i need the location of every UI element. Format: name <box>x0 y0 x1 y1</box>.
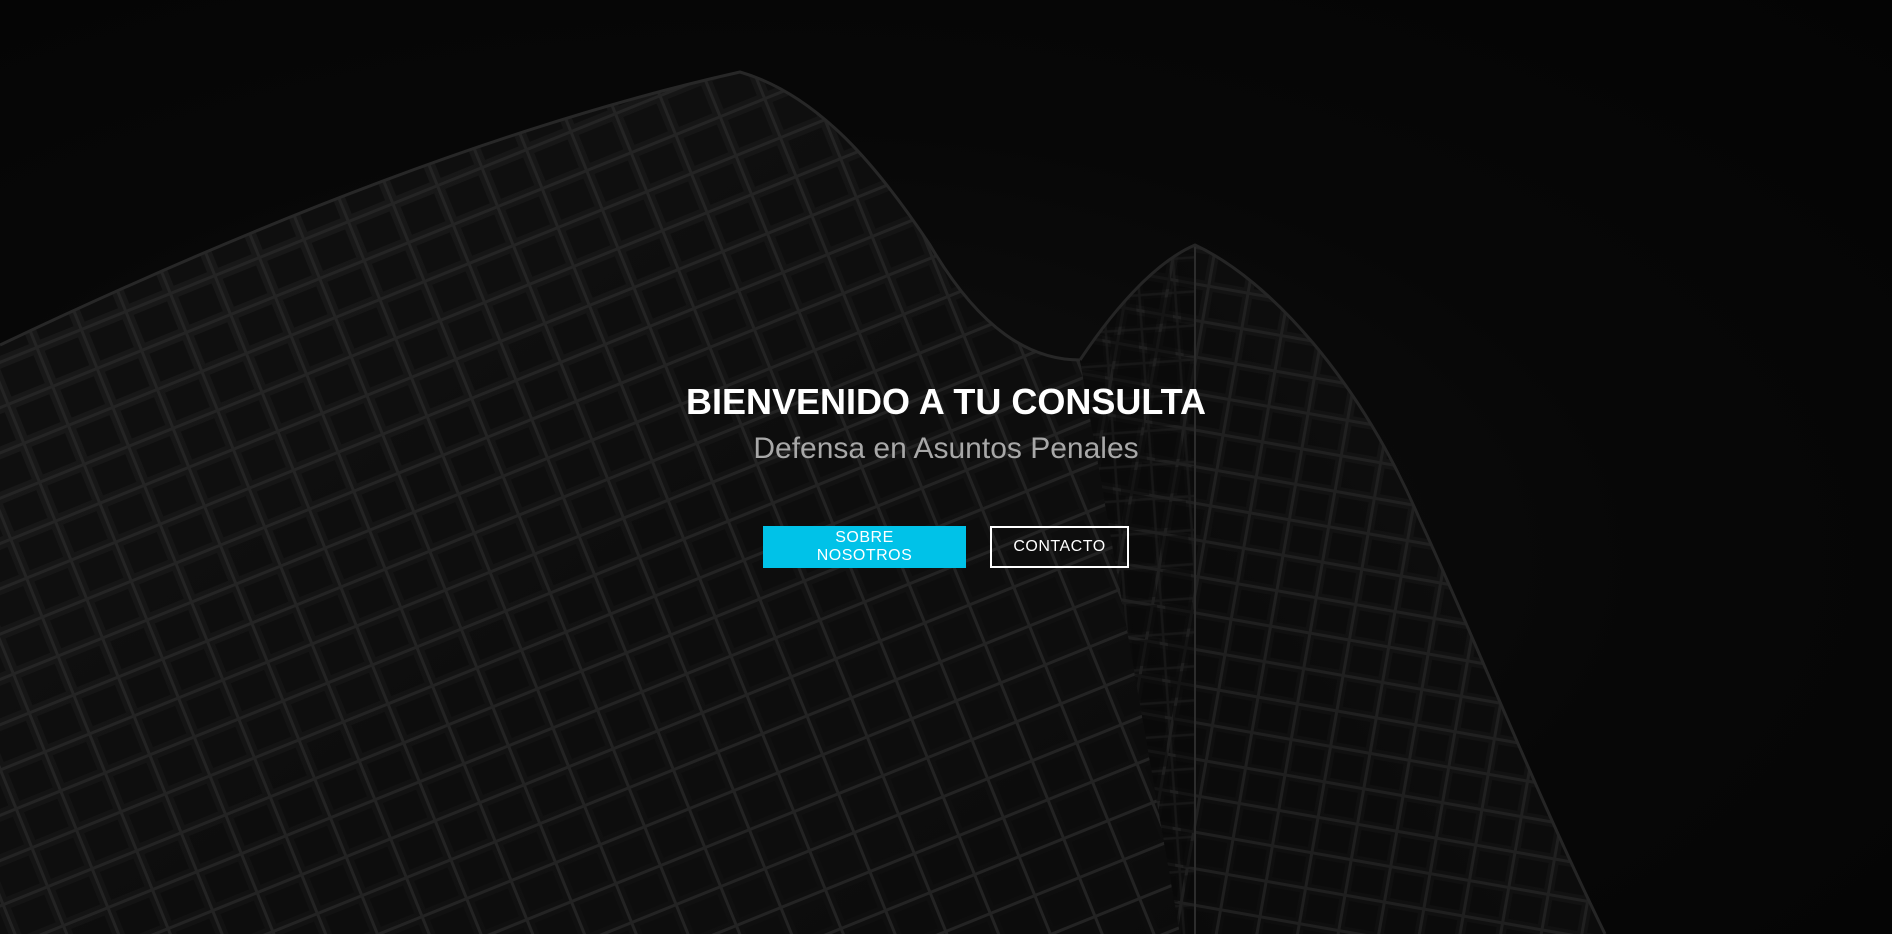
page-subtitle: Defensa en Asuntos Penales <box>753 432 1139 465</box>
contact-button[interactable]: CONTACTO <box>990 526 1129 568</box>
page-title: BIENVENIDO A TU CONSULTA <box>686 381 1206 422</box>
hero-section: BIENVENIDO A TU CONSULTA Defensa en Asun… <box>0 0 1892 934</box>
hero-content: BIENVENIDO A TU CONSULTA Defensa en Asun… <box>0 380 1892 568</box>
about-us-button[interactable]: SOBRE NOSOTROS <box>763 526 966 568</box>
hero-actions: SOBRE NOSOTROS CONTACTO <box>0 526 1892 568</box>
